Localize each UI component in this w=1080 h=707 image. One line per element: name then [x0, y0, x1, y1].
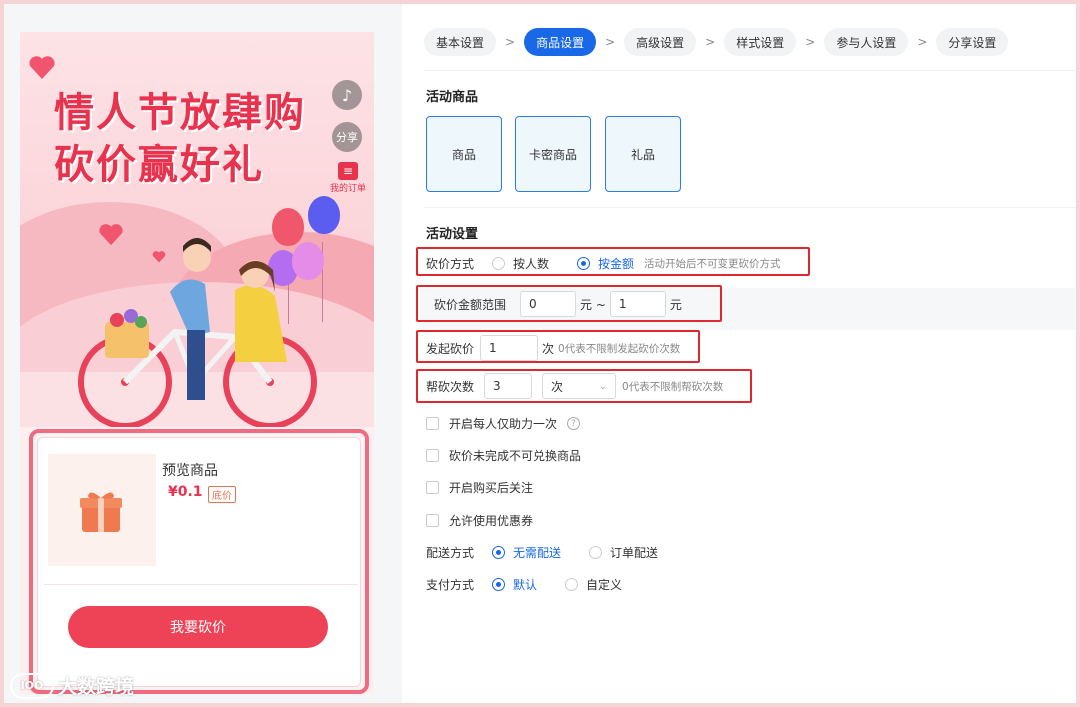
- by-people-label[interactable]: 按人数: [513, 255, 549, 272]
- checkbox-row[interactable]: 开启购买后关注: [426, 479, 533, 496]
- help-count-input[interactable]: 3: [484, 373, 533, 399]
- watermark-text: 大数跨境: [58, 676, 135, 698]
- default-payment-label[interactable]: 默认: [513, 576, 537, 593]
- step-goods[interactable]: 商品设置: [524, 28, 597, 56]
- step-separator: >: [805, 35, 816, 49]
- step-style[interactable]: 样式设置: [724, 28, 797, 56]
- product-image: [48, 454, 156, 566]
- help-count-label: 帮砍次数: [426, 379, 475, 394]
- divider: [424, 70, 1076, 71]
- amount-range-label: 砍价金额范围: [434, 297, 507, 312]
- radio-by-people[interactable]: [492, 257, 505, 270]
- amount-range-row: 砍价金额范围 0 元 ~ 1 元: [434, 291, 682, 317]
- initiate-label: 发起砍价: [426, 341, 475, 356]
- gift-icon: [80, 492, 122, 532]
- checkbox[interactable]: [426, 417, 439, 430]
- initiate-input[interactable]: 1: [480, 335, 539, 361]
- goods-option-product[interactable]: 商品: [426, 116, 502, 192]
- help-unit-value: 次: [551, 379, 564, 394]
- product-name: 预览商品: [162, 463, 218, 479]
- banner-title-line2: 砍价赢好礼: [54, 142, 264, 188]
- share-button[interactable]: 分享: [332, 122, 362, 152]
- checkbox-row[interactable]: 砍价未完成不可兑换商品: [426, 447, 581, 464]
- amount-separator: 元 ~: [580, 297, 606, 312]
- product-price: ¥0.1: [168, 484, 203, 500]
- radio-custom-payment[interactable]: [565, 578, 579, 591]
- order-delivery-label[interactable]: 订单配送: [610, 544, 658, 561]
- my-orders-button[interactable]: ≡ 我的订单: [328, 162, 368, 196]
- phone-preview: 情人节放肆购 砍价赢好礼 ♪ 分享 ≡ 我的订单 预览商品 ¥0.1 底价 我要…: [20, 32, 374, 694]
- step-separator: >: [605, 35, 616, 49]
- step-basic[interactable]: 基本设置: [424, 28, 497, 56]
- step-navigation: 基本设置 > 商品设置 > 高级设置 > 样式设置 > 参与人设置 > 分享设置: [424, 28, 1009, 56]
- amount-max-input[interactable]: 1: [609, 291, 666, 317]
- help-icon[interactable]: ?: [567, 417, 581, 430]
- goods-option-gift[interactable]: 礼品: [605, 116, 681, 192]
- heart-icon: [29, 56, 55, 79]
- no-delivery-label[interactable]: 无需配送: [513, 544, 561, 561]
- step-participants[interactable]: 参与人设置: [824, 28, 909, 56]
- help-unit-select[interactable]: 次 ⌄: [542, 373, 617, 399]
- my-orders-label: 我的订单: [329, 184, 366, 194]
- banner-title-line1: 情人节放肆购: [54, 90, 306, 136]
- custom-payment-label[interactable]: 自定义: [586, 576, 622, 593]
- divider: [424, 207, 1076, 208]
- step-separator: >: [917, 35, 928, 49]
- radio-by-amount[interactable]: [577, 257, 591, 270]
- goods-option-card-product[interactable]: 卡密商品: [515, 116, 591, 192]
- initiate-hint: 0代表不限制发起砍价次数: [558, 342, 681, 355]
- delivery-label: 配送方式: [426, 546, 475, 560]
- checkbox-label[interactable]: 开启每人仅助力一次: [449, 415, 557, 432]
- initiate-unit: 次: [542, 341, 555, 356]
- product-card: 预览商品 ¥0.1 底价 我要砍价: [29, 429, 369, 694]
- step-separator: >: [505, 35, 516, 49]
- help-count-hint: 0代表不限制帮砍次数: [622, 380, 724, 393]
- cut-method-label: 砍价方式: [426, 257, 475, 271]
- radio-no-delivery[interactable]: [492, 546, 505, 559]
- payment-label: 支付方式: [426, 578, 475, 592]
- checkbox-label[interactable]: 开启购买后关注: [449, 479, 533, 496]
- checkbox-row[interactable]: 开启每人仅助力一次 ?: [426, 415, 581, 432]
- payment-row: 支付方式 默认 自定义: [426, 576, 622, 593]
- watermark-logo: IOO: [10, 672, 54, 699]
- watermark: IOO 大数跨境: [10, 672, 134, 699]
- step-advanced[interactable]: 高级设置: [624, 28, 697, 56]
- cut-price-button[interactable]: 我要砍价: [68, 606, 328, 648]
- settings-panel: 基本设置 > 商品设置 > 高级设置 > 样式设置 > 参与人设置 > 分享设置…: [402, 4, 1076, 703]
- amount-min-input[interactable]: 0: [520, 291, 577, 317]
- checkbox-label[interactable]: 砍价未完成不可兑换商品: [449, 447, 581, 464]
- activity-section-title: 活动设置: [426, 227, 479, 242]
- music-note-icon: ♪: [341, 85, 353, 105]
- music-button[interactable]: ♪: [332, 80, 362, 110]
- chevron-down-icon: ⌄: [598, 380, 608, 392]
- product-card-inner: 预览商品 ¥0.1 底价 我要砍价: [37, 437, 361, 687]
- checkbox-label[interactable]: 允许使用优惠券: [449, 512, 533, 529]
- checkbox[interactable]: [426, 514, 439, 527]
- hero-banner: 情人节放肆购 砍价赢好礼 ♪ 分享 ≡ 我的订单: [20, 32, 374, 427]
- by-amount-label[interactable]: 按金额: [598, 255, 634, 272]
- checkbox[interactable]: [426, 481, 439, 494]
- goods-section-title: 活动商品: [426, 90, 479, 105]
- cut-method-row: 砍价方式 按人数 按金额 活动开始后不可变更砍价方式: [426, 255, 781, 272]
- radio-default-payment[interactable]: [492, 578, 505, 591]
- divider: [44, 584, 358, 585]
- step-separator: >: [705, 35, 716, 49]
- delivery-row: 配送方式 无需配送 订单配送: [426, 544, 658, 561]
- checkbox[interactable]: [426, 449, 439, 462]
- initiate-row: 发起砍价 1 次 0代表不限制发起砍价次数: [426, 335, 680, 361]
- checkbox-row[interactable]: 允许使用优惠券: [426, 512, 533, 529]
- amount-unit: 元: [669, 297, 682, 312]
- step-share[interactable]: 分享设置: [936, 28, 1009, 56]
- radio-order-delivery[interactable]: [589, 546, 603, 559]
- list-icon: ≡: [338, 162, 358, 180]
- cut-method-hint: 活动开始后不可变更砍价方式: [644, 258, 781, 270]
- help-count-row: 帮砍次数 3 次 ⌄ 0代表不限制帮砍次数: [426, 373, 723, 399]
- price-tag-badge: 底价: [208, 486, 236, 503]
- couple-bicycle-illustration: [78, 238, 317, 427]
